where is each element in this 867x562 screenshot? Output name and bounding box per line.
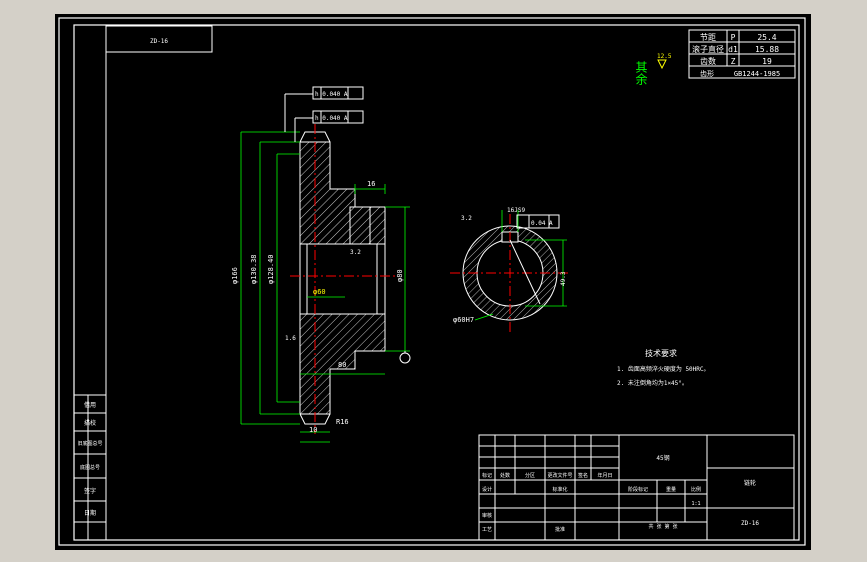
roughness-bore: 3.2	[350, 249, 361, 256]
std-label: 标准化	[552, 486, 567, 493]
dim-root-dia: φ128.40	[267, 254, 275, 284]
material: 45钢	[656, 454, 669, 462]
check-label: 审核	[482, 512, 492, 519]
dim-bore-dia: φ60	[313, 288, 326, 296]
param-label-teeth: 齿数	[700, 56, 716, 66]
param-value-teeth: 19	[762, 57, 772, 66]
hdr-change: 更改文件号	[547, 472, 572, 479]
dim-key-depth: 49.3	[560, 271, 567, 286]
param-sym-pitch: P	[731, 33, 736, 42]
note-1: 1. 齿面高频淬火硬度为 50HRC。	[617, 365, 710, 373]
tech-notes: 技术要求 1. 齿面高频淬火硬度为 50HRC。 2. 未注倒角均为1×45°。	[617, 348, 710, 387]
hdr-date: 年月日	[597, 472, 612, 479]
dim-boss-width: 16	[367, 180, 375, 188]
drawing-no: ZD-16	[150, 38, 168, 45]
side-label-base-no: 底图总号	[80, 464, 100, 471]
param-value-profile: GB1244-1985	[734, 70, 780, 78]
part-name: 链轮	[744, 479, 756, 487]
hdr-sign: 签名	[578, 472, 588, 479]
hdr-count: 处数	[500, 472, 510, 479]
surface-rest-label: 其余	[634, 61, 648, 86]
hdr-mark: 标记	[482, 472, 492, 479]
proc-label: 工艺	[482, 527, 492, 533]
side-labels: 借用 描校 旧底图总号 底图总号 签字 日期	[74, 394, 106, 540]
runout-frames: h 0.040 A h 0.040 A	[284, 86, 364, 142]
dim-tip-dia: φ166	[231, 267, 239, 284]
drawing-sheet: ZD-16 借用 描校 旧底图总号 底图总号 签字 日期 节距 P 25.4 滚…	[55, 14, 811, 550]
param-table: 节距 P 25.4 滚子直径 d1 15.88 齿数 Z 19 齿形 GB124…	[688, 29, 796, 79]
roughness-symbol-icon	[657, 59, 667, 70]
side-label-old-no: 旧底图总号	[77, 440, 102, 447]
runout2: h 0.040 A	[315, 115, 348, 122]
bore-outline	[299, 243, 386, 315]
dim-hub-len: 80	[338, 361, 346, 369]
end-view: 0.04 A 16JS9 49.3 φ60H7 3.2	[450, 207, 570, 334]
param-label-profile: 齿形	[700, 70, 714, 78]
part-code: ZD-16	[741, 520, 759, 527]
section-upper-hatch	[299, 141, 386, 245]
side-label-date: 日期	[84, 509, 96, 517]
dim-hub-dia: φ80	[396, 269, 404, 282]
inner-border	[73, 24, 800, 541]
dim-keyway: 16JS9	[507, 207, 525, 214]
symmetry-tol: 0.04 A	[531, 220, 553, 227]
outer-border	[58, 17, 806, 546]
scale-value: 1:1	[691, 501, 700, 507]
section-view: φ166 φ130.38 φ128.40 φ80 80 16 10 R16 φ6…	[231, 86, 411, 443]
param-value-roller: 15.88	[755, 45, 779, 54]
dim-bore-fit: φ60H7	[453, 316, 474, 324]
notes-title: 技术要求	[645, 348, 677, 358]
hdr-zone: 分区	[525, 472, 535, 479]
cad-drawing: ZD-16 借用 描校 旧底图总号 底图总号 签字 日期 节距 P 25.4 滚…	[58, 17, 806, 546]
side-label-borrow: 借用	[84, 401, 96, 409]
surface-roughness: 12.5	[657, 53, 672, 60]
scale-label: 比例	[691, 486, 701, 493]
param-label-roller: 滚子直径	[692, 44, 724, 54]
dim-tooth-width: 10	[309, 426, 317, 434]
side-label-sign: 签字	[84, 487, 96, 495]
param-sym-teeth: Z	[731, 57, 736, 66]
dim-mid-dia: φ130.38	[250, 254, 258, 284]
roughness-keyway: 3.2	[461, 215, 472, 222]
sheet-count: 共 张 第 张	[648, 523, 677, 530]
param-sym-roller: d1	[728, 45, 738, 54]
runout1: h 0.040 A	[315, 91, 348, 98]
dim-chamfer-radius: R16	[336, 418, 349, 426]
param-value-pitch: 25.4	[757, 33, 776, 42]
design-label: 设计	[482, 486, 492, 493]
weight-label: 重量	[666, 486, 676, 493]
side-label-trace: 描校	[84, 419, 96, 427]
param-label-pitch: 节距	[700, 33, 716, 42]
approve-label: 批准	[555, 526, 565, 533]
stage-label: 阶段标记	[628, 486, 648, 493]
roughness-face: 1.6	[285, 335, 296, 342]
note-2: 2. 未注倒角均为1×45°。	[617, 379, 688, 387]
